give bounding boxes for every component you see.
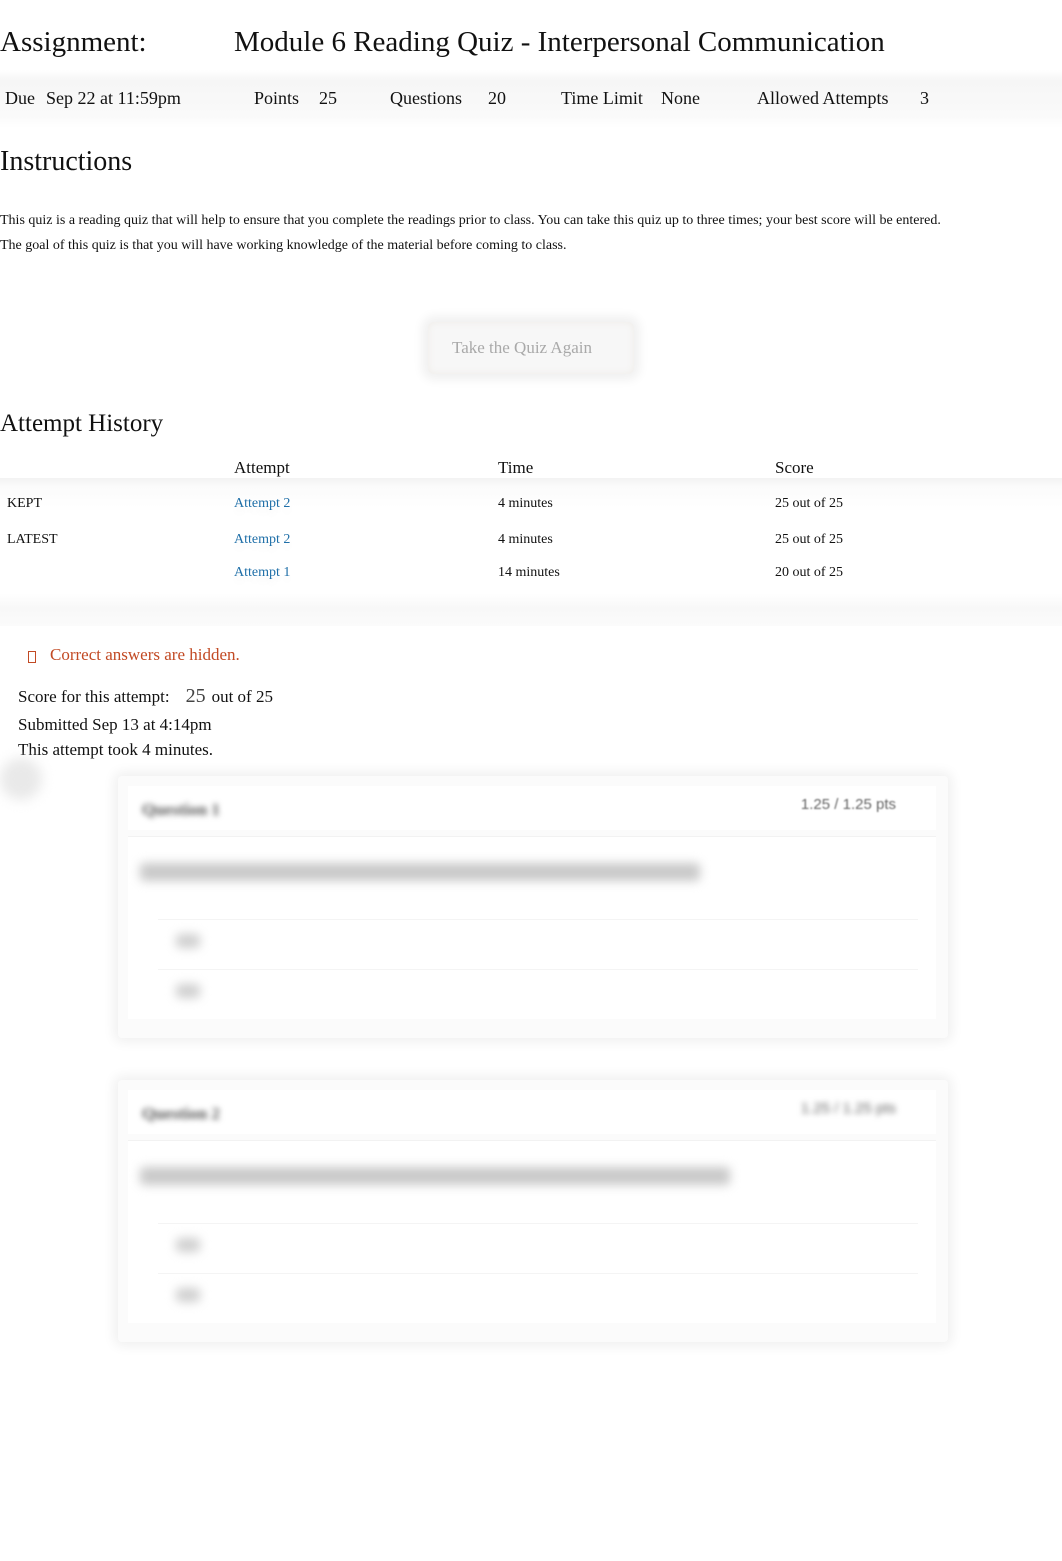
questions-label: Questions	[390, 88, 462, 108]
take-quiz-again-button[interactable]: Take the Quiz Again	[428, 322, 634, 374]
question-text-blurred	[140, 1167, 730, 1185]
question-body	[128, 1140, 936, 1323]
attempt-duration: This attempt took 4 minutes.	[18, 740, 214, 759]
attempt-link[interactable]: Attempt 2	[234, 532, 290, 548]
allowed-attempts-label: Allowed Attempts	[757, 88, 889, 108]
question-title: Question 2	[142, 1104, 220, 1123]
assignment-title-row: Assignment: Module 6 Reading Quiz - Inte…	[0, 26, 1062, 66]
question-header: Question 1 1.25 / 1.25 pts	[128, 786, 936, 830]
attempt-history-header: Attempt Time Score	[0, 458, 1062, 480]
question-title: Question 1	[142, 800, 220, 819]
time-limit-label: Time Limit	[561, 88, 643, 108]
column-header-score: Score	[775, 458, 814, 477]
answers-hidden-notice: Correct answers are hidden.	[28, 645, 240, 665]
instructions-heading: Instructions	[0, 146, 133, 177]
attempt-score: 20 out of 25	[775, 565, 844, 580]
questions-value: 20	[488, 88, 506, 108]
warning-icon	[28, 651, 36, 663]
blurred-avatar-icon	[0, 758, 42, 800]
score-label: Score for this attempt:	[18, 687, 170, 706]
assignment-title: Module 6 Reading Quiz - Interpersonal Co…	[234, 26, 885, 58]
attempt-tag: KEPT	[7, 496, 42, 511]
question-points: 1.25 / 1.25 pts	[800, 796, 896, 813]
answer-option	[158, 1273, 918, 1320]
answer-option-blurred	[176, 984, 200, 998]
points-label: Points	[254, 88, 300, 108]
question-header: Question 2 1.25 / 1.25 pts	[128, 1090, 936, 1134]
answer-option-blurred	[176, 1288, 200, 1302]
question-body	[128, 836, 936, 1019]
answer-option	[158, 969, 918, 1016]
assignment-label: Assignment:	[0, 26, 147, 58]
answer-option-blurred	[176, 934, 200, 948]
attempt-score: 25 out of 25	[775, 496, 844, 511]
column-header-time: Time	[498, 458, 534, 477]
attempt-time: 14 minutes	[498, 565, 560, 580]
attempt-time: 4 minutes	[498, 496, 553, 511]
attempt-time: 4 minutes	[498, 532, 553, 547]
attempt-link[interactable]: Attempt 2	[234, 496, 290, 512]
time-limit-value: None	[661, 88, 700, 108]
due-label: Due	[5, 88, 35, 108]
allowed-attempts-value: 3	[920, 88, 929, 108]
table-row: LATEST Attempt 2 4 minutes 25 out of 25	[0, 532, 1062, 562]
question-text-blurred	[140, 863, 700, 881]
column-header-attempt: Attempt	[234, 458, 290, 477]
score-value: 25	[185, 685, 206, 707]
score-total: out of 25	[211, 687, 273, 706]
question-points: 1.25 / 1.25 pts	[800, 1100, 896, 1117]
submitted-time: Submitted Sep 13 at 4:14pm	[18, 715, 212, 734]
due-value: Sep 22 at 11:59pm	[46, 88, 181, 108]
table-row: KEPT Attempt 2 4 minutes 25 out of 25	[0, 496, 1062, 526]
attempt-score-line: Score for this attempt: 25 out of 25	[18, 685, 273, 708]
attempt-link[interactable]: Attempt 1	[234, 565, 290, 581]
quiz-details-bar: Due Sep 22 at 11:59pm Points 25 Question…	[0, 70, 1062, 128]
answer-option	[158, 919, 918, 966]
instructions-text: This quiz is a reading quiz that will he…	[0, 213, 941, 228]
question-card: Question 2 1.25 / 1.25 pts	[118, 1080, 948, 1342]
answers-hidden-text: Correct answers are hidden.	[50, 645, 240, 664]
attempt-history-heading: Attempt History	[0, 410, 164, 437]
attempt-score: 25 out of 25	[775, 532, 844, 547]
instructions-text: The goal of this quiz is that you will h…	[0, 238, 567, 253]
answer-option-blurred	[176, 1238, 200, 1252]
table-row: Attempt 1 14 minutes 20 out of 25	[0, 565, 1062, 595]
question-card: Question 1 1.25 / 1.25 pts	[118, 776, 948, 1038]
answer-option	[158, 1223, 918, 1270]
attempt-tag: LATEST	[7, 532, 58, 547]
points-value: 25	[319, 88, 337, 108]
